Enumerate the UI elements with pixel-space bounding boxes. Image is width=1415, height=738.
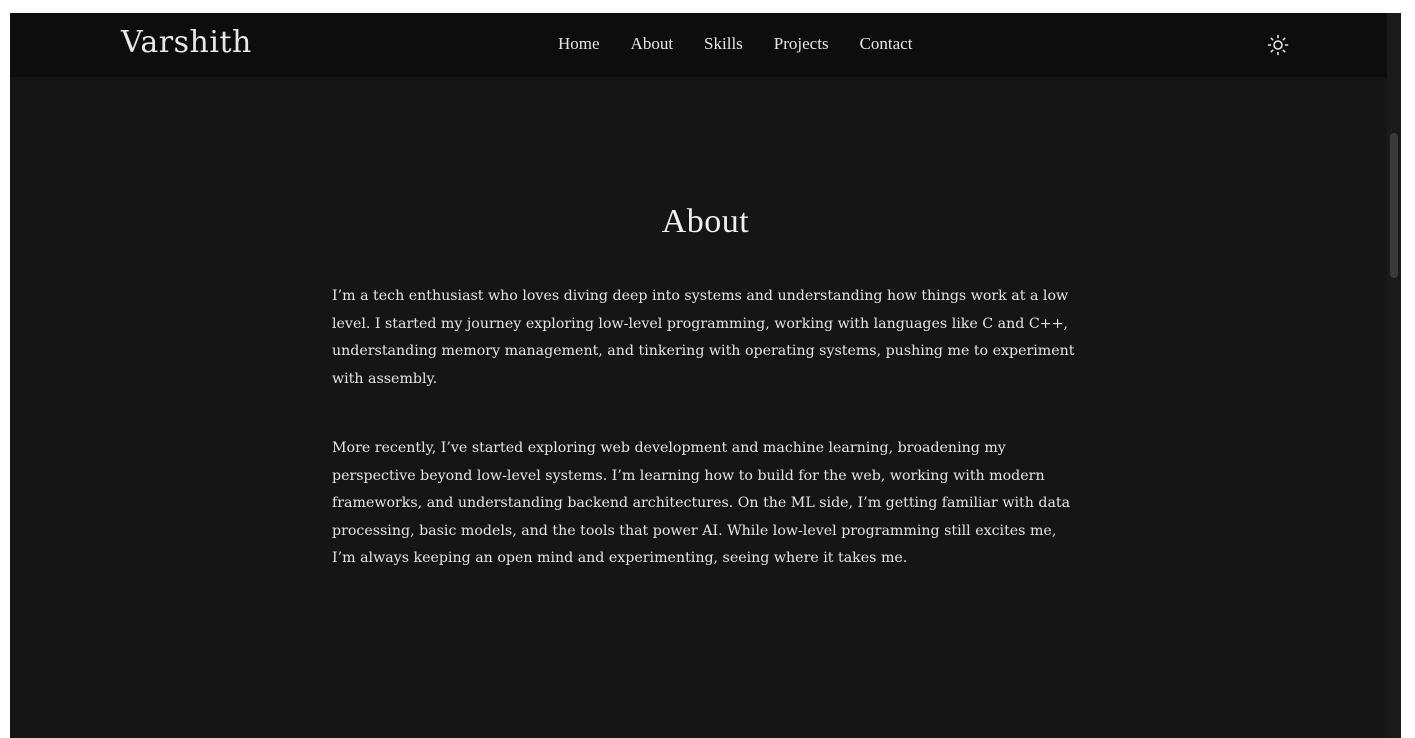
- brand-logo[interactable]: Varshith: [121, 25, 252, 60]
- nav-link-contact[interactable]: Contact: [860, 34, 913, 54]
- nav-link-home[interactable]: Home: [558, 34, 600, 54]
- nav-link-about[interactable]: About: [631, 34, 674, 54]
- scrollbar[interactable]: [1387, 13, 1401, 738]
- nav-link-projects[interactable]: Projects: [774, 34, 829, 54]
- section-title: About: [661, 203, 750, 240]
- browser-viewport: Varshith Home About Skills Projects Cont…: [10, 13, 1401, 738]
- theme-toggle-button[interactable]: [1266, 33, 1290, 57]
- about-paragraph: More recently, I’ve started exploring we…: [332, 440, 1071, 566]
- about-section: I’m a tech enthusiast who loves diving d…: [332, 283, 1077, 615]
- scrollbar-thumb[interactable]: [1390, 133, 1398, 278]
- about-paragraph: I’m a tech enthusiast who loves diving d…: [332, 288, 1075, 387]
- nav-link-skills[interactable]: Skills: [704, 34, 743, 54]
- navbar: Varshith Home About Skills Projects Cont…: [10, 13, 1401, 77]
- nav-menu: Home About Skills Projects Contact: [558, 34, 943, 54]
- sun-icon: [1267, 34, 1289, 56]
